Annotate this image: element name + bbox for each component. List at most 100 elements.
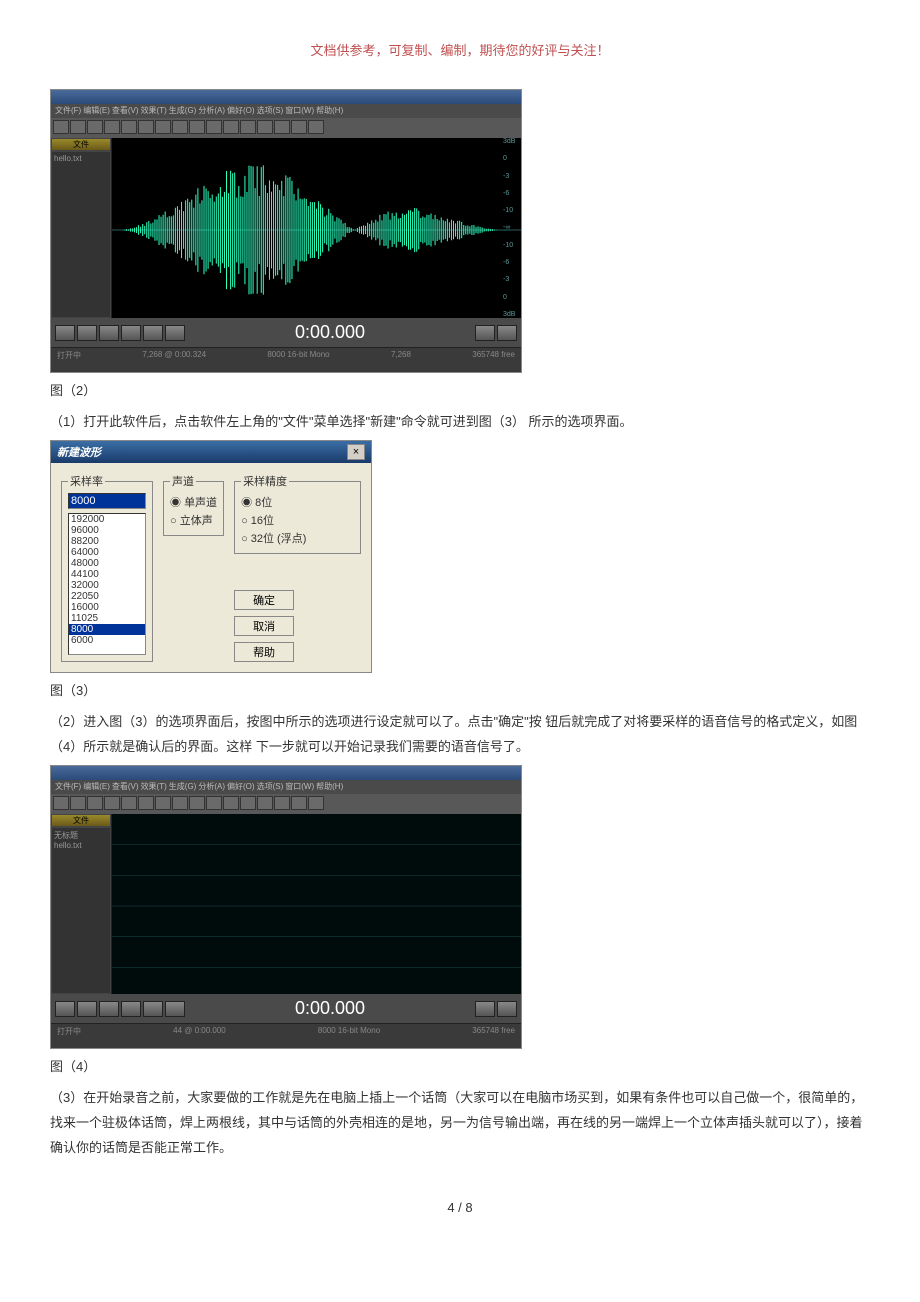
play-button[interactable] [77, 1001, 97, 1017]
toolbar-button[interactable] [70, 120, 86, 134]
status-free: 365748 free [472, 350, 515, 370]
toolbar-button[interactable] [189, 120, 205, 134]
toolbar-button[interactable] [87, 120, 103, 134]
forward-button[interactable] [165, 1001, 185, 1017]
zoom-button[interactable] [475, 325, 495, 341]
radio-16bit[interactable]: ○ 16位 [241, 511, 354, 529]
menu-item[interactable]: 生成(G) [169, 105, 197, 117]
waveform-view-empty[interactable] [112, 814, 521, 994]
rewind-button[interactable] [143, 1001, 163, 1017]
toolbar-button[interactable] [155, 796, 171, 810]
status-format: 8000 16-bit Mono [318, 1026, 380, 1046]
status-bar: 打开中 44 @ 0:00.000 8000 16-bit Mono 36574… [51, 1023, 521, 1048]
toolbar-button[interactable] [223, 796, 239, 810]
pause-button[interactable] [99, 1001, 119, 1017]
record-button[interactable] [121, 325, 141, 341]
toolbar-button[interactable] [291, 796, 307, 810]
radio-32bit[interactable]: ○ 32位 (浮点) [241, 529, 354, 547]
play-button[interactable] [77, 325, 97, 341]
file-list-item[interactable]: 无标题 [54, 830, 108, 841]
cancel-button[interactable]: 取消 [234, 616, 294, 636]
toolbar-button[interactable] [70, 796, 86, 810]
dialog-titlebar: 新建波形 × [51, 441, 371, 463]
menu-item[interactable]: 查看(V) [112, 781, 139, 793]
menu-item[interactable]: 生成(G) [169, 781, 197, 793]
toolbar-button[interactable] [240, 796, 256, 810]
toolbar-button[interactable] [87, 796, 103, 810]
sample-rate-input[interactable]: 8000 [68, 493, 146, 509]
zoom-button[interactable] [475, 1001, 495, 1017]
caption-fig4: 图（4） [50, 1055, 870, 1080]
menu-item[interactable]: 查看(V) [112, 105, 139, 117]
toolbar-button[interactable] [189, 796, 205, 810]
menu-item[interactable]: 窗口(W) [285, 781, 314, 793]
file-list[interactable]: 无标题 hello.txt [52, 828, 110, 993]
pause-button[interactable] [99, 325, 119, 341]
stop-button[interactable] [55, 1001, 75, 1017]
panel-tab-files[interactable]: 文件 [52, 139, 110, 150]
file-list-item[interactable]: hello.txt [54, 154, 108, 163]
toolbar-button[interactable] [121, 120, 137, 134]
toolbar-button[interactable] [206, 796, 222, 810]
rewind-button[interactable] [143, 325, 163, 341]
file-list-item[interactable]: hello.txt [54, 841, 108, 850]
menu-item[interactable]: 帮助(H) [316, 105, 343, 117]
close-icon[interactable]: × [347, 444, 365, 460]
menu-item[interactable]: 偏好(O) [227, 781, 255, 793]
toolbar-button[interactable] [274, 120, 290, 134]
waveform-view[interactable]: 3dB0-3-6-10-∞-10-6-303dB [112, 138, 521, 318]
ok-button[interactable]: 确定 [234, 590, 294, 610]
menu-item[interactable]: 选项(S) [257, 781, 284, 793]
toolbar-button[interactable] [274, 796, 290, 810]
zoom-button[interactable] [497, 1001, 517, 1017]
dialog-title: 新建波形 [57, 444, 101, 460]
menu-item[interactable]: 编辑(E) [83, 781, 110, 793]
menu-item[interactable]: 偏好(O) [227, 105, 255, 117]
toolbar-button[interactable] [104, 120, 120, 134]
channels-group: 声道 ◉ 单声道 ○ 立体声 [163, 473, 224, 536]
radio-8bit[interactable]: ◉ 8位 [241, 493, 354, 511]
radio-mono[interactable]: ◉ 单声道 [170, 493, 217, 511]
toolbar-button[interactable] [291, 120, 307, 134]
bit-depth-group: 采样精度 ◉ 8位 ○ 16位 ○ 32位 (浮点) [234, 473, 361, 554]
paragraph-3: （3）在开始录音之前，大家要做的工作就是先在电脑上插上一个话筒（大家可以在电脑市… [50, 1086, 870, 1160]
toolbar-button[interactable] [240, 120, 256, 134]
sample-rate-list[interactable]: 1920009600088200640004800044100320002205… [68, 513, 146, 655]
toolbar-button[interactable] [155, 120, 171, 134]
toolbar-button[interactable] [121, 796, 137, 810]
toolbar-button[interactable] [308, 120, 324, 134]
toolbar-button[interactable] [257, 120, 273, 134]
menu-item[interactable]: 文件(F) [55, 781, 81, 793]
toolbar-button[interactable] [223, 120, 239, 134]
record-button[interactable] [121, 1001, 141, 1017]
menu-item[interactable]: 分析(A) [198, 105, 225, 117]
toolbar-button[interactable] [104, 796, 120, 810]
menu-item[interactable]: 选项(S) [257, 105, 284, 117]
menu-item[interactable]: 分析(A) [198, 781, 225, 793]
toolbar-button[interactable] [53, 120, 69, 134]
menu-item[interactable]: 窗口(W) [285, 105, 314, 117]
radio-stereo[interactable]: ○ 立体声 [170, 511, 217, 529]
forward-button[interactable] [165, 325, 185, 341]
menu-item[interactable]: 文件(F) [55, 105, 81, 117]
toolbar-button[interactable] [172, 120, 188, 134]
file-list[interactable]: hello.txt [52, 152, 110, 317]
menu-item[interactable]: 效果(T) [141, 105, 167, 117]
panel-tab-files[interactable]: 文件 [52, 815, 110, 826]
toolbar-button[interactable] [257, 796, 273, 810]
toolbar-button[interactable] [206, 120, 222, 134]
menu-item[interactable]: 效果(T) [141, 781, 167, 793]
menu-item[interactable]: 编辑(E) [83, 105, 110, 117]
toolbar-button[interactable] [53, 796, 69, 810]
toolbar-button[interactable] [138, 796, 154, 810]
toolbar-button[interactable] [308, 796, 324, 810]
toolbar-button[interactable] [172, 796, 188, 810]
toolbar-button[interactable] [138, 120, 154, 134]
status-free: 365748 free [472, 1026, 515, 1046]
help-button[interactable]: 帮助 [234, 642, 294, 662]
zoom-button[interactable] [497, 325, 517, 341]
stop-button[interactable] [55, 325, 75, 341]
menu-item[interactable]: 帮助(H) [316, 781, 343, 793]
status-left: 打开中 [57, 350, 81, 370]
status-format: 8000 16-bit Mono [267, 350, 329, 370]
